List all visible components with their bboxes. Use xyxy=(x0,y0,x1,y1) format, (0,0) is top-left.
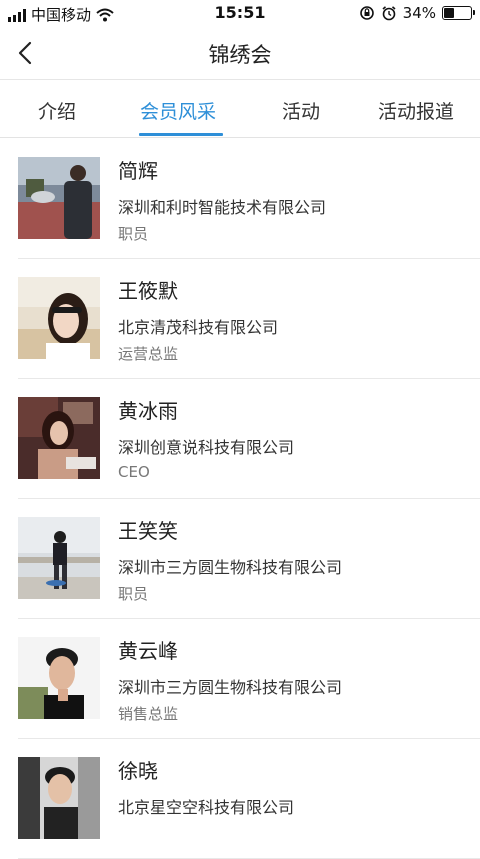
active-tab-indicator xyxy=(139,133,223,136)
member-list: 简辉 深圳和利时智能技术有限公司 职员 王筱默 北京清茂科技有限公司 运营总监 xyxy=(0,139,480,859)
list-item[interactable]: 徐晓 北京星空空科技有限公司 xyxy=(0,739,480,859)
member-title: 运营总监 xyxy=(118,345,179,363)
member-company: 深圳创意说科技有限公司 xyxy=(118,438,295,457)
list-item[interactable]: 黄云峰 深圳市三方圆生物科技有限公司 销售总监 xyxy=(0,619,480,739)
avatar xyxy=(18,157,100,239)
page-title: 锦绣会 xyxy=(208,43,272,67)
avatar xyxy=(18,397,100,479)
member-company: 深圳市三方圆生物科技有限公司 xyxy=(118,678,343,697)
member-company: 深圳和利时智能技术有限公司 xyxy=(118,198,327,217)
tab-activity-reports[interactable]: 活动报道 xyxy=(378,97,454,124)
member-name: 徐晓 xyxy=(118,759,158,783)
rotation-lock-icon xyxy=(359,6,374,20)
avatar xyxy=(18,757,100,839)
list-item[interactable]: 简辉 深圳和利时智能技术有限公司 职员 xyxy=(0,139,480,259)
battery-icon xyxy=(442,6,475,20)
member-title: 职员 xyxy=(118,225,149,243)
nav-bar: 锦绣会 xyxy=(0,26,480,80)
tab-bar: 介绍 会员风采 活动 活动报道 xyxy=(0,81,480,138)
member-name: 简辉 xyxy=(118,159,158,183)
member-company: 深圳市三方圆生物科技有限公司 xyxy=(118,558,343,577)
status-bar: 中国移动 15:51 34% xyxy=(0,0,480,26)
member-title: 职员 xyxy=(118,585,149,603)
avatar xyxy=(18,637,100,719)
list-item[interactable]: 王笑笑 深圳市三方圆生物科技有限公司 职员 xyxy=(0,499,480,619)
battery-fill xyxy=(444,8,454,18)
status-right: 34% xyxy=(359,4,475,22)
list-item[interactable]: 王筱默 北京清茂科技有限公司 运营总监 xyxy=(0,259,480,379)
member-title: 销售总监 xyxy=(118,705,179,723)
alarm-icon xyxy=(382,6,396,21)
avatar xyxy=(18,277,100,359)
list-item[interactable]: 黄冰雨 深圳创意说科技有限公司 CEO xyxy=(0,379,480,499)
member-name: 黄冰雨 xyxy=(118,399,178,423)
member-name: 王笑笑 xyxy=(118,519,178,543)
member-title: CEO xyxy=(118,463,150,481)
tab-member-showcase[interactable]: 会员风采 xyxy=(140,97,216,124)
member-name: 王筱默 xyxy=(118,279,178,303)
battery-percent: 34% xyxy=(402,4,436,22)
member-company: 北京清茂科技有限公司 xyxy=(118,318,279,337)
tab-activities[interactable]: 活动 xyxy=(282,97,320,124)
tab-intro[interactable]: 介绍 xyxy=(38,97,76,124)
member-name: 黄云峰 xyxy=(118,639,178,663)
member-company: 北京星空空科技有限公司 xyxy=(118,798,295,817)
avatar xyxy=(18,517,100,599)
